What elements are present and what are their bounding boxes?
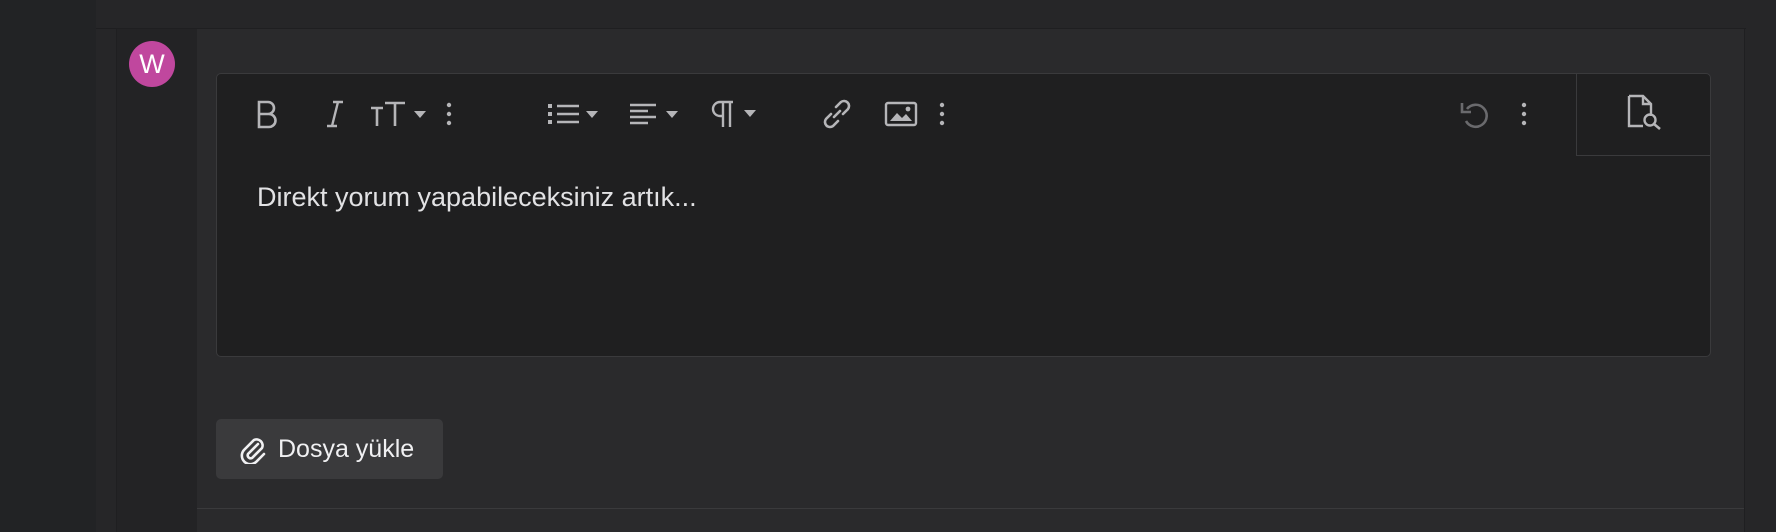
- editor-content[interactable]: Direkt yorum yapabileceksiniz artık...: [257, 180, 1670, 214]
- upload-button-label: Dosya yükle: [278, 434, 415, 463]
- italic-icon: [324, 99, 346, 129]
- more-options-button[interactable]: [1517, 92, 1531, 136]
- bold-button[interactable]: [253, 92, 281, 136]
- avatar-column: W: [117, 29, 197, 532]
- font-size-button[interactable]: [369, 92, 431, 136]
- main-column: · · · · · · · · · · · · · W: [96, 0, 1776, 532]
- editor-toolbar: [217, 74, 1710, 156]
- right-gutter: [1746, 0, 1776, 532]
- more-insert-icon: [939, 101, 945, 127]
- rich-text-editor[interactable]: Direkt yorum yapabileceksiniz artık...: [216, 73, 1711, 357]
- paragraph-icon: [709, 99, 761, 129]
- reply-block: W Direkt yorum yapabileceksiniz artık...…: [116, 28, 1745, 532]
- top-link[interactable]: · · · · · · · · · · · · ·: [110, 0, 450, 4]
- paragraph-button[interactable]: [709, 92, 761, 136]
- image-button[interactable]: [883, 92, 919, 136]
- paperclip-icon: [238, 434, 266, 464]
- preview-icon: [1625, 94, 1663, 135]
- preview-button[interactable]: [1576, 74, 1710, 156]
- left-gutter: [0, 0, 96, 532]
- font-size-icon: [369, 99, 431, 129]
- more-text-button[interactable]: [442, 92, 456, 136]
- bold-icon: [255, 99, 279, 129]
- align-button[interactable]: [629, 92, 683, 136]
- divider: [197, 508, 1744, 509]
- link-button[interactable]: [819, 92, 855, 136]
- link-icon: [820, 97, 854, 131]
- image-icon: [884, 101, 918, 127]
- upload-file-button[interactable]: Dosya yükle: [216, 419, 443, 479]
- align-icon: [629, 100, 683, 128]
- top-strip: · · · · · · · · · · · · ·: [96, 0, 1776, 29]
- italic-button[interactable]: [321, 92, 349, 136]
- page: · · · · · · · · · · · · · W: [0, 0, 1776, 532]
- undo-icon: [1458, 97, 1492, 131]
- undo-button[interactable]: [1457, 92, 1493, 136]
- list-icon: [547, 100, 603, 128]
- more-insert-button[interactable]: [935, 92, 949, 136]
- list-button[interactable]: [547, 92, 603, 136]
- more-options-icon: [1521, 101, 1527, 127]
- more-text-icon: [446, 101, 452, 127]
- avatar[interactable]: W: [129, 41, 175, 87]
